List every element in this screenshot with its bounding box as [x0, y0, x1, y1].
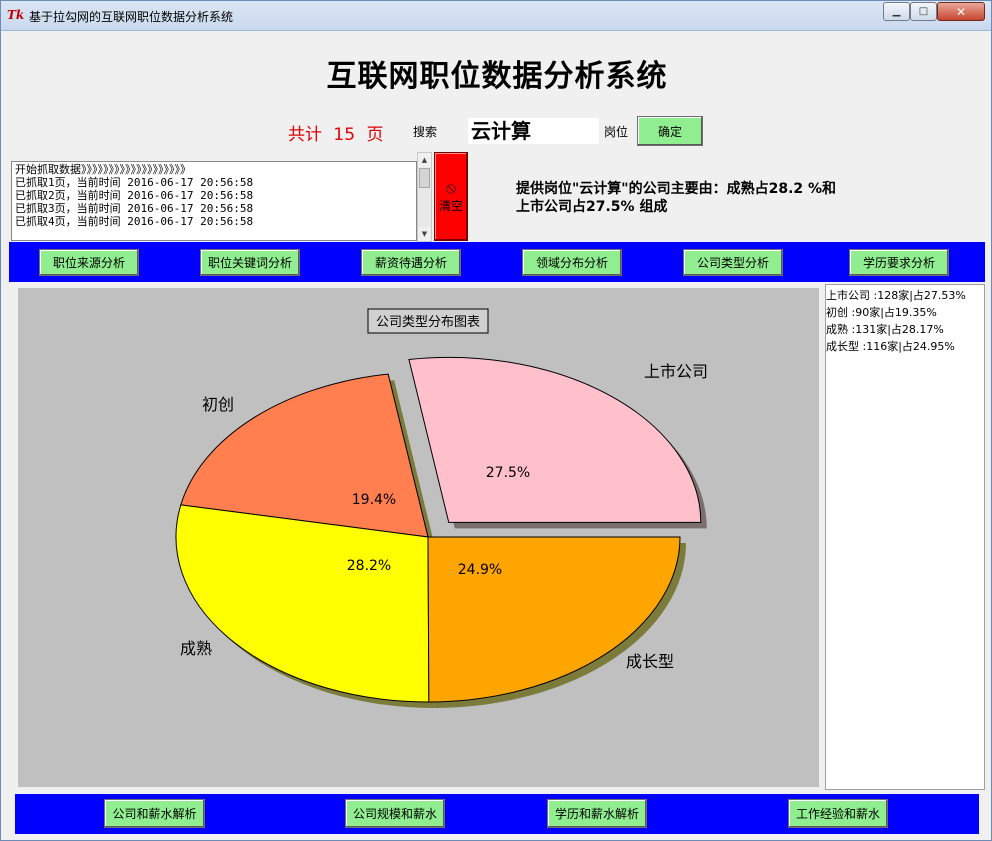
- close-icon: ✕: [955, 4, 967, 19]
- legend-item: 成熟 :131家|占28.17%: [826, 323, 944, 336]
- pie-slice-percent: 19.4%: [352, 492, 396, 508]
- company-salary-button[interactable]: 公司和薪水解析: [104, 799, 205, 828]
- log-line: 已抓取2页，当前时间 2016-06-17 20:56:58: [15, 189, 254, 202]
- scroll-up-arrow-icon[interactable]: ▲: [418, 153, 431, 167]
- chart-canvas: 上市公司 27.5% 初创 19.4% 成熟 28.2% 成长型 24.9% 公司类型分布图表: [18, 288, 819, 787]
- page-title: 互联网职位数据分析系统: [326, 59, 668, 94]
- clear-button-label: 清空: [438, 199, 463, 213]
- close-button[interactable]: ✕: [937, 2, 985, 21]
- crawl-log[interactable]: 开始抓取数据》》》》》》》》》》》》》》》》》》》 已抓取1页，当前时间 201…: [11, 161, 417, 241]
- nav-salary-analysis-button[interactable]: 薪资待遇分析: [361, 249, 461, 276]
- log-line: 已抓取4页，当前时间 2016-06-17 20:56:58: [15, 215, 254, 228]
- pie-slice-label: 初创: [202, 395, 234, 414]
- summary-line-1: 提供岗位"云计算"的公司主要由：成熟占28.2 %和: [516, 181, 837, 197]
- position-label: 岗位: [604, 125, 629, 139]
- pie-slice-percent: 27.5%: [486, 465, 530, 481]
- legend-item: 初创 :90家|占19.35%: [826, 306, 937, 319]
- chart-title-text: 公司类型分布图表: [376, 315, 480, 330]
- scroll-down-arrow-icon[interactable]: ▼: [418, 227, 431, 241]
- app-window: Tk 基于拉勾网的互联网职位数据分析系统 ▁ □ ✕ 互联网职位数据分析系统 共…: [0, 0, 992, 841]
- company-size-salary-button[interactable]: 公司规模和薪水: [345, 799, 445, 828]
- scroll-thumb[interactable]: [419, 168, 430, 188]
- education-salary-button[interactable]: 学历和薪水解析: [547, 799, 647, 828]
- nav-education-analysis-button[interactable]: 学历要求分析: [849, 249, 949, 276]
- log-line: 开始抓取数据》》》》》》》》》》》》》》》》》》》: [15, 163, 191, 176]
- pie-slice-label: 上市公司: [644, 362, 708, 381]
- pie-slice-label: 成熟: [180, 639, 212, 658]
- log-scrollbar[interactable]: ▲ ▼: [417, 152, 432, 242]
- analysis-summary: 提供岗位"云计算"的公司主要由：成熟占28.2 %和 上市公司占27.5% 组成: [516, 180, 836, 216]
- minimize-button[interactable]: ▁: [883, 2, 910, 21]
- log-line: 已抓取1页，当前时间 2016-06-17 20:56:58: [15, 176, 254, 189]
- nav-company-type-analysis-button[interactable]: 公司类型分析: [683, 249, 783, 276]
- maximize-icon: □: [918, 6, 929, 17]
- log-line: 已抓取3页，当前时间 2016-06-17 20:56:58: [15, 202, 254, 215]
- nav-source-analysis-button[interactable]: 职位来源分析: [39, 249, 139, 276]
- minimize-icon: ▁: [892, 6, 901, 17]
- analysis-nav-bar: [9, 242, 985, 282]
- confirm-button[interactable]: 确定: [637, 116, 703, 146]
- pie-slice-label: 成长型: [626, 652, 674, 671]
- nav-field-analysis-button[interactable]: 领域分布分析: [522, 249, 622, 276]
- pie-slice-percent: 28.2%: [347, 558, 391, 574]
- search-label: 搜索: [413, 125, 438, 139]
- legend-list[interactable]: 上市公司 :128家|占27.53% 初创 :90家|占19.35% 成熟 :1…: [825, 284, 985, 790]
- maximize-button[interactable]: □: [910, 2, 937, 21]
- search-input[interactable]: 云计算: [467, 117, 600, 145]
- legend-item: 上市公司 :128家|占27.53%: [826, 289, 966, 302]
- nav-keyword-analysis-button[interactable]: 职位关键词分析: [200, 249, 300, 276]
- window-title: 基于拉勾网的互联网职位数据分析系统: [29, 10, 234, 24]
- page-count-label: 共计 15 页: [288, 125, 384, 145]
- chart-title: 公司类型分布图表: [367, 308, 489, 334]
- pie-slice: [175, 504, 430, 703]
- pie-slice: [408, 356, 702, 523]
- title-bar[interactable]: Tk 基于拉勾网的互联网职位数据分析系统 ▁ □ ✕: [1, 1, 991, 31]
- summary-line-2: 上市公司占27.5% 组成: [516, 199, 668, 215]
- legend-item: 成长型 :116家|占24.95%: [826, 340, 955, 353]
- pie-chart: 上市公司 27.5% 初创 19.4% 成熟 28.2% 成长型 24.9% 公司类型分布图表: [175, 308, 708, 708]
- experience-salary-button[interactable]: 工作经验和薪水: [788, 799, 888, 828]
- clear-button[interactable]: ⦸ 清空: [434, 152, 468, 241]
- pie-slice-percent: 24.9%: [458, 562, 502, 578]
- prohibited-icon: ⦸: [445, 178, 457, 197]
- tk-app-icon: Tk: [7, 8, 25, 22]
